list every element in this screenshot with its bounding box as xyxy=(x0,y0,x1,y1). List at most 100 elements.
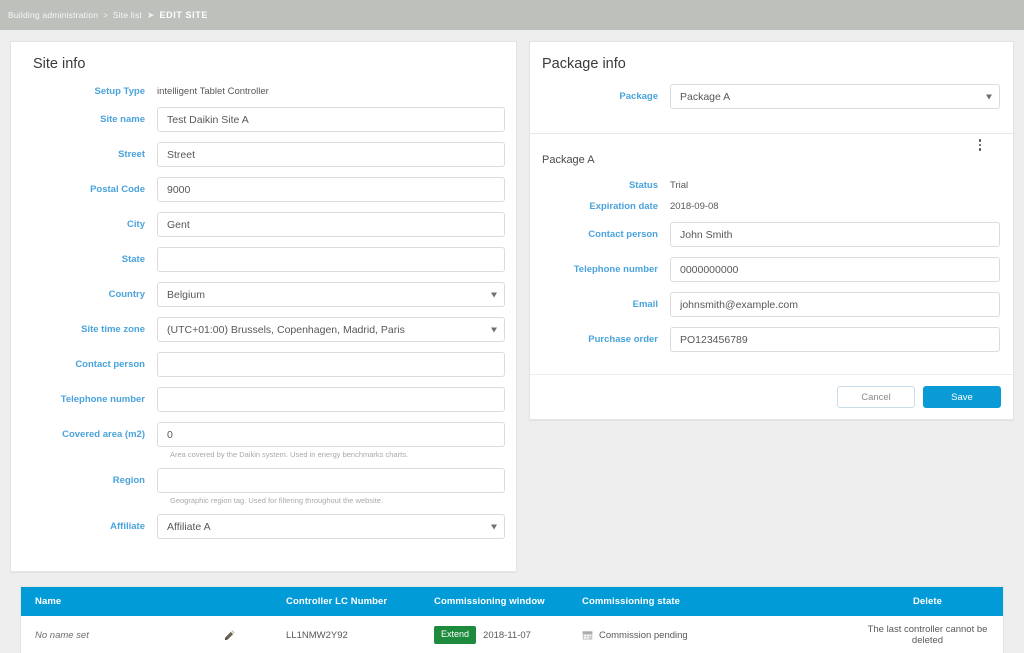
breadcrumb: Building administration > Site list ➤ ED… xyxy=(8,10,208,21)
hint-region: Geographic region tag. Used for filterin… xyxy=(170,496,384,505)
select-site-time-zone[interactable]: (UTC+01:00) Brussels, Copenhagen, Madrid… xyxy=(157,317,505,342)
label-telephone-number: Telephone number xyxy=(573,264,658,275)
package-selector-section: Package Package A xyxy=(530,84,1013,133)
column-header-commissioning-window[interactable]: Commissioning window xyxy=(424,587,572,616)
cell-delete: The last controller cannot be deleted xyxy=(852,616,1003,653)
control-telephone-number xyxy=(669,257,1001,282)
field-row-covered-area-m2: Covered area (m2) xyxy=(21,422,506,447)
input-email[interactable] xyxy=(669,292,1000,317)
control-region xyxy=(157,468,506,493)
page-body: Site info Setup Type intelligent Tablet C… xyxy=(0,30,1024,653)
input-site-name[interactable] xyxy=(157,107,505,132)
label-country: Country xyxy=(108,289,145,300)
breadcrumb-separator-2: ➤ xyxy=(147,9,155,20)
label-city: City xyxy=(127,219,145,230)
kebab-menu-icon[interactable] xyxy=(973,136,987,154)
control-status: Trial xyxy=(670,180,1001,191)
column-header-commissioning-state[interactable]: Commissioning state xyxy=(572,587,852,616)
field-row-state: State xyxy=(21,247,506,272)
breadcrumb-site-list[interactable]: Site list xyxy=(113,10,142,20)
package-select[interactable]: Package A xyxy=(669,84,1000,109)
cancel-button[interactable]: Cancel xyxy=(837,386,915,408)
commissioning-window-date: 2018-11-07 xyxy=(483,629,531,641)
controllers-table-element: Name Controller LC Number Commissioning … xyxy=(21,587,1003,653)
input-city[interactable] xyxy=(157,212,505,237)
input-contact-person[interactable] xyxy=(669,222,1000,247)
package-info-card: Package info Package Package A Package A… xyxy=(528,41,1014,420)
field-row-country: Country Belgium xyxy=(21,282,506,307)
kebab-dot-1 xyxy=(978,139,982,142)
label-site-name: Site name xyxy=(100,114,145,125)
field-row-status: Status Trial xyxy=(530,180,1001,191)
table-header-row: Name Controller LC Number Commissioning … xyxy=(21,587,1003,616)
site-info-fields: Setup Type intelligent Tablet Controller S… xyxy=(21,86,506,539)
column-header-delete[interactable]: Delete xyxy=(852,587,1003,616)
label-postal-code: Postal Code xyxy=(90,184,145,195)
control-site-name xyxy=(157,107,506,132)
select-wrap-affiliate[interactable]: Affiliate A xyxy=(157,514,505,539)
value-setup-type: intelligent Tablet Controller xyxy=(157,86,269,97)
input-covered-area-m2[interactable] xyxy=(157,422,505,447)
value-status: Trial xyxy=(669,180,689,191)
package-select-wrap[interactable]: Package A xyxy=(669,84,1000,109)
extend-button[interactable]: Extend xyxy=(434,626,477,644)
table-row: No name set LL1NMW2Y92 Extend 2018-11-07… xyxy=(21,616,1003,653)
label-region: Region xyxy=(112,475,145,486)
input-region[interactable] xyxy=(157,468,505,493)
field-row-city: City xyxy=(21,212,506,237)
calendar-icon xyxy=(582,630,593,641)
value-expiration-date: 2018-09-08 xyxy=(669,201,719,212)
name-cell-inner: No name set xyxy=(35,629,266,642)
package-row: Package Package A xyxy=(530,84,1013,109)
control-state xyxy=(157,247,506,272)
breadcrumb-root[interactable]: Building administration xyxy=(8,10,98,20)
label-site-time-zone: Site time zone xyxy=(81,324,145,335)
commissioning-state-inner: Commission pending xyxy=(582,630,842,641)
top-bar: Building administration > Site list ➤ ED… xyxy=(0,0,1024,30)
field-row-telephone-number: Telephone number xyxy=(530,257,1001,282)
site-info-card: Site info Setup Type intelligent Tablet C… xyxy=(10,41,517,572)
package-info-title: Package info xyxy=(541,56,626,72)
select-affiliate[interactable]: Affiliate A xyxy=(157,514,505,539)
input-purchase-order[interactable] xyxy=(669,327,1000,352)
label-contact-person: Contact person xyxy=(588,229,658,240)
label-covered-area-m2: Covered area (m2) xyxy=(62,429,145,440)
hint-covered-area-m2: Area covered by the Daikin system. Used … xyxy=(170,450,409,459)
field-row-region: Region xyxy=(21,468,506,493)
field-row-expiration-date: Expiration date 2018-09-08 xyxy=(530,201,1001,212)
input-state[interactable] xyxy=(157,247,505,272)
input-postal-code[interactable] xyxy=(157,177,505,202)
label-purchase-order: Purchase order xyxy=(588,334,658,345)
select-country[interactable]: Belgium xyxy=(157,282,505,307)
field-row-telephone-number: Telephone number xyxy=(21,387,506,412)
field-row-email: Email xyxy=(530,292,1001,317)
cell-commissioning-state: Commission pending xyxy=(572,616,852,653)
control-contact-person xyxy=(669,222,1001,247)
controllers-table: Name Controller LC Number Commissioning … xyxy=(20,586,1004,653)
field-row-postal-code: Postal Code xyxy=(21,177,506,202)
field-row-contact-person: Contact person xyxy=(530,222,1001,247)
label-state: State xyxy=(121,254,145,265)
control-contact-person xyxy=(157,352,506,377)
cards-container: Site info Setup Type intelligent Tablet C… xyxy=(10,41,1014,572)
column-header-controller-lc-number[interactable]: Controller LC Number xyxy=(276,587,424,616)
select-wrap-site-time-zone[interactable]: (UTC+01:00) Brussels, Copenhagen, Madrid… xyxy=(157,317,505,342)
control-expiration-date: 2018-09-08 xyxy=(670,201,1001,212)
label-telephone-number: Telephone number xyxy=(60,394,145,405)
package-detail-section: Package A Status Trial Expiration date 2018… xyxy=(530,134,1013,352)
field-row-site-time-zone: Site time zone (UTC+01:00) Brussels, Cope… xyxy=(21,317,506,342)
input-telephone-number[interactable] xyxy=(157,387,505,412)
control-covered-area-m2 xyxy=(157,422,506,447)
input-street[interactable] xyxy=(157,142,505,167)
label-expiration-date: Expiration date xyxy=(589,201,658,212)
save-button[interactable]: Save xyxy=(923,386,1001,408)
cell-commissioning-window: Extend 2018-11-07 xyxy=(424,616,572,653)
select-wrap-country[interactable]: Belgium xyxy=(157,282,505,307)
column-header-name[interactable]: Name xyxy=(21,587,276,616)
control-country: Belgium xyxy=(157,282,506,307)
input-telephone-number[interactable] xyxy=(669,257,1000,282)
pencil-icon[interactable] xyxy=(223,629,236,642)
commissioning-state-text: Commission pending xyxy=(599,629,688,641)
field-row-purchase-order: Purchase order xyxy=(530,327,1001,352)
input-contact-person[interactable] xyxy=(157,352,505,377)
